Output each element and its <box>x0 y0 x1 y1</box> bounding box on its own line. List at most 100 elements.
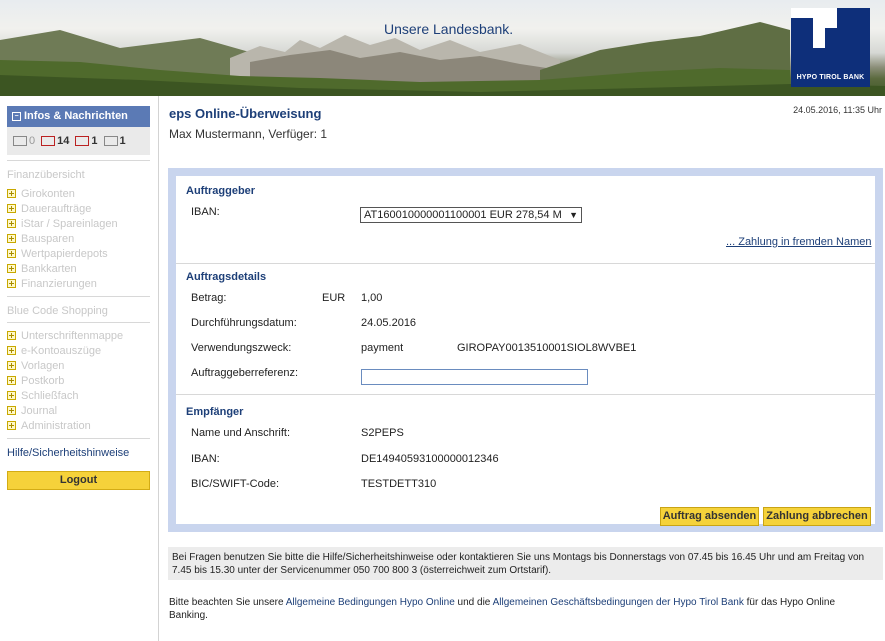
expand-icon <box>7 249 16 258</box>
mail-icon <box>13 136 27 146</box>
info-counters: 0 14 1 1 <box>7 127 150 155</box>
nav-item-finanzierungen[interactable]: Finanzierungen <box>7 276 150 291</box>
nav-item-girokonten[interactable]: Girokonten <box>7 186 150 201</box>
nav-item-unterschriftenmappe[interactable]: Unterschriftenmappe <box>7 328 150 343</box>
expand-icon <box>7 376 16 385</box>
collapse-icon: − <box>12 112 21 121</box>
expand-icon <box>7 391 16 400</box>
terms-prefix: Bitte beachten Sie unsere <box>169 597 286 608</box>
nav-label: Administration <box>21 419 91 432</box>
mountain-landscape-image <box>0 22 885 96</box>
terms-link-hypo-online[interactable]: Allgemeine Bedingungen Hypo Online <box>286 597 455 608</box>
section-details-title: Auftragsdetails <box>186 271 267 283</box>
expand-icon <box>7 204 16 213</box>
nav-label: Finanzierungen <box>21 277 97 290</box>
nav-item-dauerauftraege[interactable]: Daueraufträge <box>7 201 150 216</box>
help-security-link[interactable]: Hilfe/Sicherheitshinweise <box>7 444 150 462</box>
sidebar: − Infos & Nachrichten 0 14 1 1 Finanzübe… <box>7 106 150 490</box>
expand-icon <box>7 234 16 243</box>
info-header[interactable]: − Infos & Nachrichten <box>7 106 150 127</box>
support-notice: Bei Fragen benutzen Sie bitte die Hilfe/… <box>168 547 883 580</box>
terms-notice: Bitte beachten Sie unsere Allgemeine Bed… <box>169 596 869 622</box>
nav-item-wertpapierdepots[interactable]: Wertpapierdepots <box>7 246 150 261</box>
expand-icon <box>7 421 16 430</box>
nav-label: Daueraufträge <box>21 202 92 215</box>
submit-order-button[interactable]: Auftrag absenden <box>660 507 759 526</box>
expand-icon <box>7 219 16 228</box>
empfaenger-iban-value: DE14940593100000012346 <box>361 453 499 465</box>
nav-item-schliessfach[interactable]: Schließfach <box>7 388 150 403</box>
expand-icon <box>7 189 16 198</box>
divider <box>176 394 875 395</box>
terms-middle: und die <box>454 597 493 608</box>
nav-section-finanzuebersicht[interactable]: Finanzübersicht <box>7 166 150 186</box>
referenz-label: Auftraggeberreferenz: <box>191 367 299 379</box>
banner-tagline: Unsere Landesbank. <box>384 21 514 37</box>
nav-label: Vorlagen <box>21 359 65 372</box>
bic-value: TESTDETT310 <box>361 478 437 490</box>
bic-label: BIC/SWIFT-Code: <box>191 478 280 490</box>
document-counter[interactable]: 1 <box>103 135 126 147</box>
hypo-tirol-logo[interactable]: HYPO TIROL BANK <box>791 8 870 87</box>
logout-button[interactable]: Logout <box>7 471 150 490</box>
document-count: 1 <box>119 135 126 147</box>
nav-item-vorlagen[interactable]: Vorlagen <box>7 358 150 373</box>
nav-item-administration[interactable]: Administration <box>7 418 150 433</box>
amount-value: 1,00 <box>361 292 383 304</box>
inbox-count: 14 <box>57 135 70 147</box>
nav-item-bausparen[interactable]: Bausparen <box>7 231 150 246</box>
nav-label: iStar / Spareinlagen <box>21 217 118 230</box>
nav-label: Wertpapierdepots <box>21 247 108 260</box>
expand-icon <box>7 346 16 355</box>
inbox-counter[interactable]: 14 <box>41 135 69 147</box>
document-list-icon <box>103 136 118 146</box>
referenz-input[interactable] <box>361 369 588 385</box>
nav-item-postkorb[interactable]: Postkorb <box>7 373 150 388</box>
empfaenger-name-value: S2PEPS <box>361 427 404 439</box>
nav-section-blue-code[interactable]: Blue Code Shopping <box>7 302 150 322</box>
auftraggeber-iban-select[interactable]: AT160010000001100001 EUR 278,54 M ▼ <box>360 207 582 223</box>
expand-icon <box>7 331 16 340</box>
datum-value: 24.05.2016 <box>361 317 417 329</box>
betrag-label: Betrag: <box>191 292 227 304</box>
divider <box>7 322 150 323</box>
nav-label: Girokonten <box>21 187 75 200</box>
transfer-counter[interactable]: 1 <box>75 135 98 147</box>
dropdown-arrow-icon: ▼ <box>569 210 578 220</box>
divider <box>7 296 150 297</box>
nav-label: Journal <box>21 404 58 417</box>
zweck-value: payment <box>361 342 404 354</box>
terms-link-agb[interactable]: Allgemeinen Geschäftsbedingungen der Hyp… <box>493 597 744 608</box>
inbox-message-icon <box>41 136 56 146</box>
zweck-label: Verwendungszweck: <box>191 342 292 354</box>
section-auftraggeber-title: Auftraggeber <box>186 185 256 197</box>
expand-icon <box>7 264 16 273</box>
nav-label: Bausparen <box>21 232 75 245</box>
transfer-count: 1 <box>91 135 98 147</box>
page-title: eps Online-Überweisung <box>169 106 322 121</box>
payment-form-frame: Auftraggeber IBAN: AT160010000001100001 … <box>168 168 883 532</box>
empfaenger-name-label: Name und Anschrift: <box>191 427 291 439</box>
iban-select-value: AT160010000001100001 EUR 278,54 M <box>364 209 562 221</box>
main-content: eps Online-Überweisung 24.05.2016, 11:35… <box>158 96 885 641</box>
nav-item-journal[interactable]: Journal <box>7 403 150 418</box>
currency-value: EUR <box>322 292 346 304</box>
header-banner: Unsere Landesbank. HYPO TIROL BANK <box>0 0 885 96</box>
transfer-icon <box>75 136 90 146</box>
foreign-name-payment-link[interactable]: ... Zahlung in fremden Namen <box>726 236 872 248</box>
info-title: Infos & Nachrichten <box>24 110 128 122</box>
nav-label: Unterschriftenmappe <box>21 329 124 342</box>
mail-counter[interactable]: 0 <box>13 135 35 147</box>
zweck-reference: GIROPAY0013510001SIOL8WVBE1 <box>457 342 637 354</box>
nav-item-bankkarten[interactable]: Bankkarten <box>7 261 150 276</box>
empfaenger-iban-label: IBAN: <box>191 453 220 465</box>
nav-item-e-kontoauszuege[interactable]: e-Kontoauszüge <box>7 343 150 358</box>
datum-label: Durchführungsdatum: <box>191 317 297 329</box>
cancel-payment-button[interactable]: Zahlung abbrechen <box>763 507 871 526</box>
section-empfaenger-title: Empfänger <box>186 406 244 418</box>
nav-item-istar[interactable]: iStar / Spareinlagen <box>7 216 150 231</box>
user-line: Max Mustermann, Verfüger: 1 <box>169 127 328 141</box>
mail-count: 0 <box>29 135 36 147</box>
expand-icon <box>7 279 16 288</box>
nav-label: Postkorb <box>21 374 65 387</box>
